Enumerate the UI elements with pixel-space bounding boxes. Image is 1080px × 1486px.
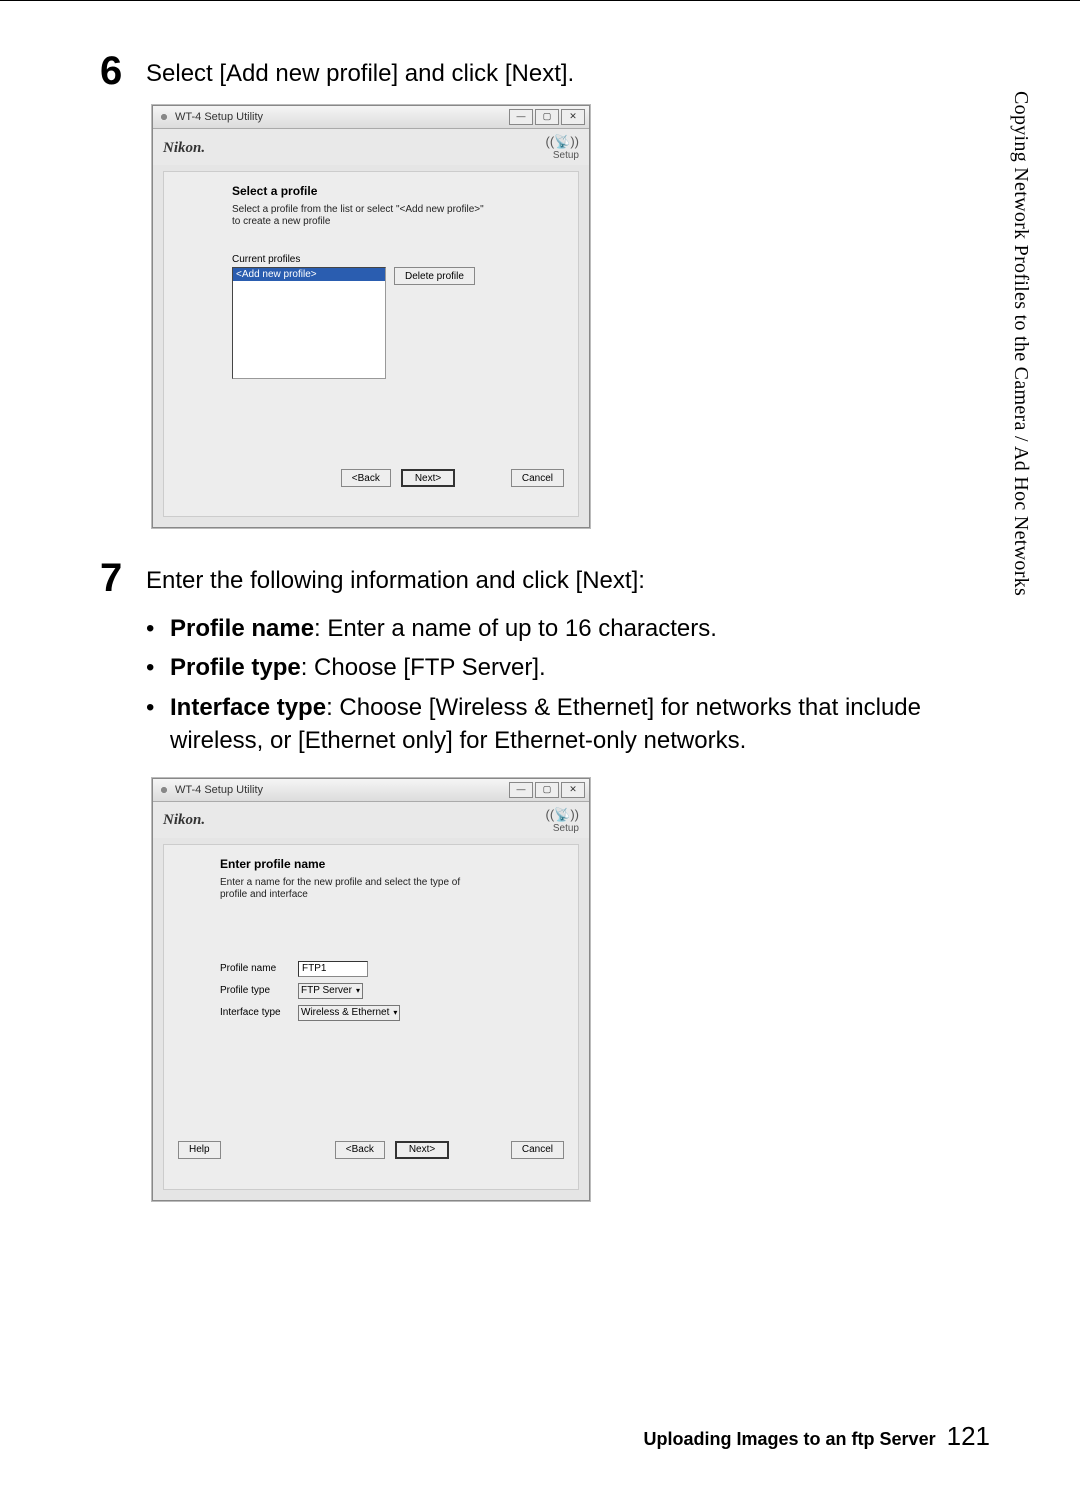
interface-type-select[interactable]: Wireless & Ethernet (298, 1005, 400, 1021)
step-6: 6 Select [Add new profile] and click [Ne… (100, 51, 990, 91)
side-section-label: Copying Network Profiles to the Camera /… (1009, 91, 1032, 596)
dialog-select-profile: WT-4 Setup Utility — ▢ ✕ Nikon. ((📡))Set… (152, 105, 590, 528)
app-icon (157, 110, 171, 124)
section-desc: Enter a name for the new profile and sel… (220, 877, 480, 901)
minimize-button[interactable]: — (509, 109, 533, 125)
close-button[interactable]: ✕ (561, 109, 585, 125)
window-title: WT-4 Setup Utility (175, 111, 263, 123)
profile-type-label: Profile type (220, 985, 290, 996)
setup-icon: ((📡))Setup (535, 808, 579, 834)
step-number: 6 (100, 51, 146, 91)
titlebar: WT-4 Setup Utility — ▢ ✕ (153, 779, 589, 802)
brand-label: Nikon. (163, 140, 205, 157)
back-button[interactable]: <Back (335, 1141, 385, 1159)
dialog-enter-profile-name: WT-4 Setup Utility — ▢ ✕ Nikon. ((📡))Set… (152, 778, 590, 1201)
step-7: 7 Enter the following information and cl… (100, 558, 990, 764)
step-number: 7 (100, 558, 146, 598)
page-number: 121 (947, 1421, 990, 1451)
interface-type-label: Interface type (220, 1007, 290, 1018)
bullet-item: • Profile type: Choose [FTP Server]. (146, 651, 990, 685)
maximize-button[interactable]: ▢ (535, 109, 559, 125)
setup-icon: ((📡))Setup (535, 135, 579, 161)
footer-title: Uploading Images to an ftp Server (644, 1429, 936, 1449)
step-text: Enter the following information and clic… (146, 564, 990, 598)
delete-profile-button[interactable]: Delete profile (394, 267, 475, 285)
brand-row: Nikon. ((📡))Setup (153, 802, 589, 838)
brand-label: Nikon. (163, 812, 205, 829)
bullet-item: • Interface type: Choose [Wireless & Eth… (146, 691, 990, 758)
profile-name-label: Profile name (220, 963, 290, 974)
brand-row: Nikon. ((📡))Setup (153, 129, 589, 165)
cancel-button[interactable]: Cancel (511, 1141, 564, 1159)
titlebar: WT-4 Setup Utility — ▢ ✕ (153, 106, 589, 129)
app-icon (157, 783, 171, 797)
profiles-listbox[interactable]: <Add new profile> (232, 267, 386, 379)
next-button[interactable]: Next> (401, 469, 455, 487)
next-button[interactable]: Next> (395, 1141, 449, 1159)
maximize-button[interactable]: ▢ (535, 782, 559, 798)
profile-name-input[interactable] (298, 961, 368, 977)
list-item[interactable]: <Add new profile> (233, 268, 385, 281)
help-button[interactable]: Help (178, 1141, 221, 1159)
current-profiles-label: Current profiles (232, 254, 564, 265)
step-text: Select [Add new profile] and click [Next… (146, 51, 990, 91)
page-footer: Uploading Images to an ftp Server 121 (644, 1421, 990, 1452)
dialog-panel: Select a profile Select a profile from t… (163, 171, 579, 517)
dialog-panel: Enter profile name Enter a name for the … (163, 844, 579, 1190)
close-button[interactable]: ✕ (561, 782, 585, 798)
profile-type-select[interactable]: FTP Server (298, 983, 363, 999)
section-desc: Select a profile from the list or select… (232, 204, 492, 228)
section-title: Enter profile name (220, 857, 564, 871)
section-title: Select a profile (232, 184, 564, 198)
minimize-button[interactable]: — (509, 782, 533, 798)
cancel-button[interactable]: Cancel (511, 469, 564, 487)
back-button[interactable]: <Back (341, 469, 391, 487)
window-title: WT-4 Setup Utility (175, 784, 263, 796)
bullet-item: • Profile name: Enter a name of up to 16… (146, 612, 990, 646)
